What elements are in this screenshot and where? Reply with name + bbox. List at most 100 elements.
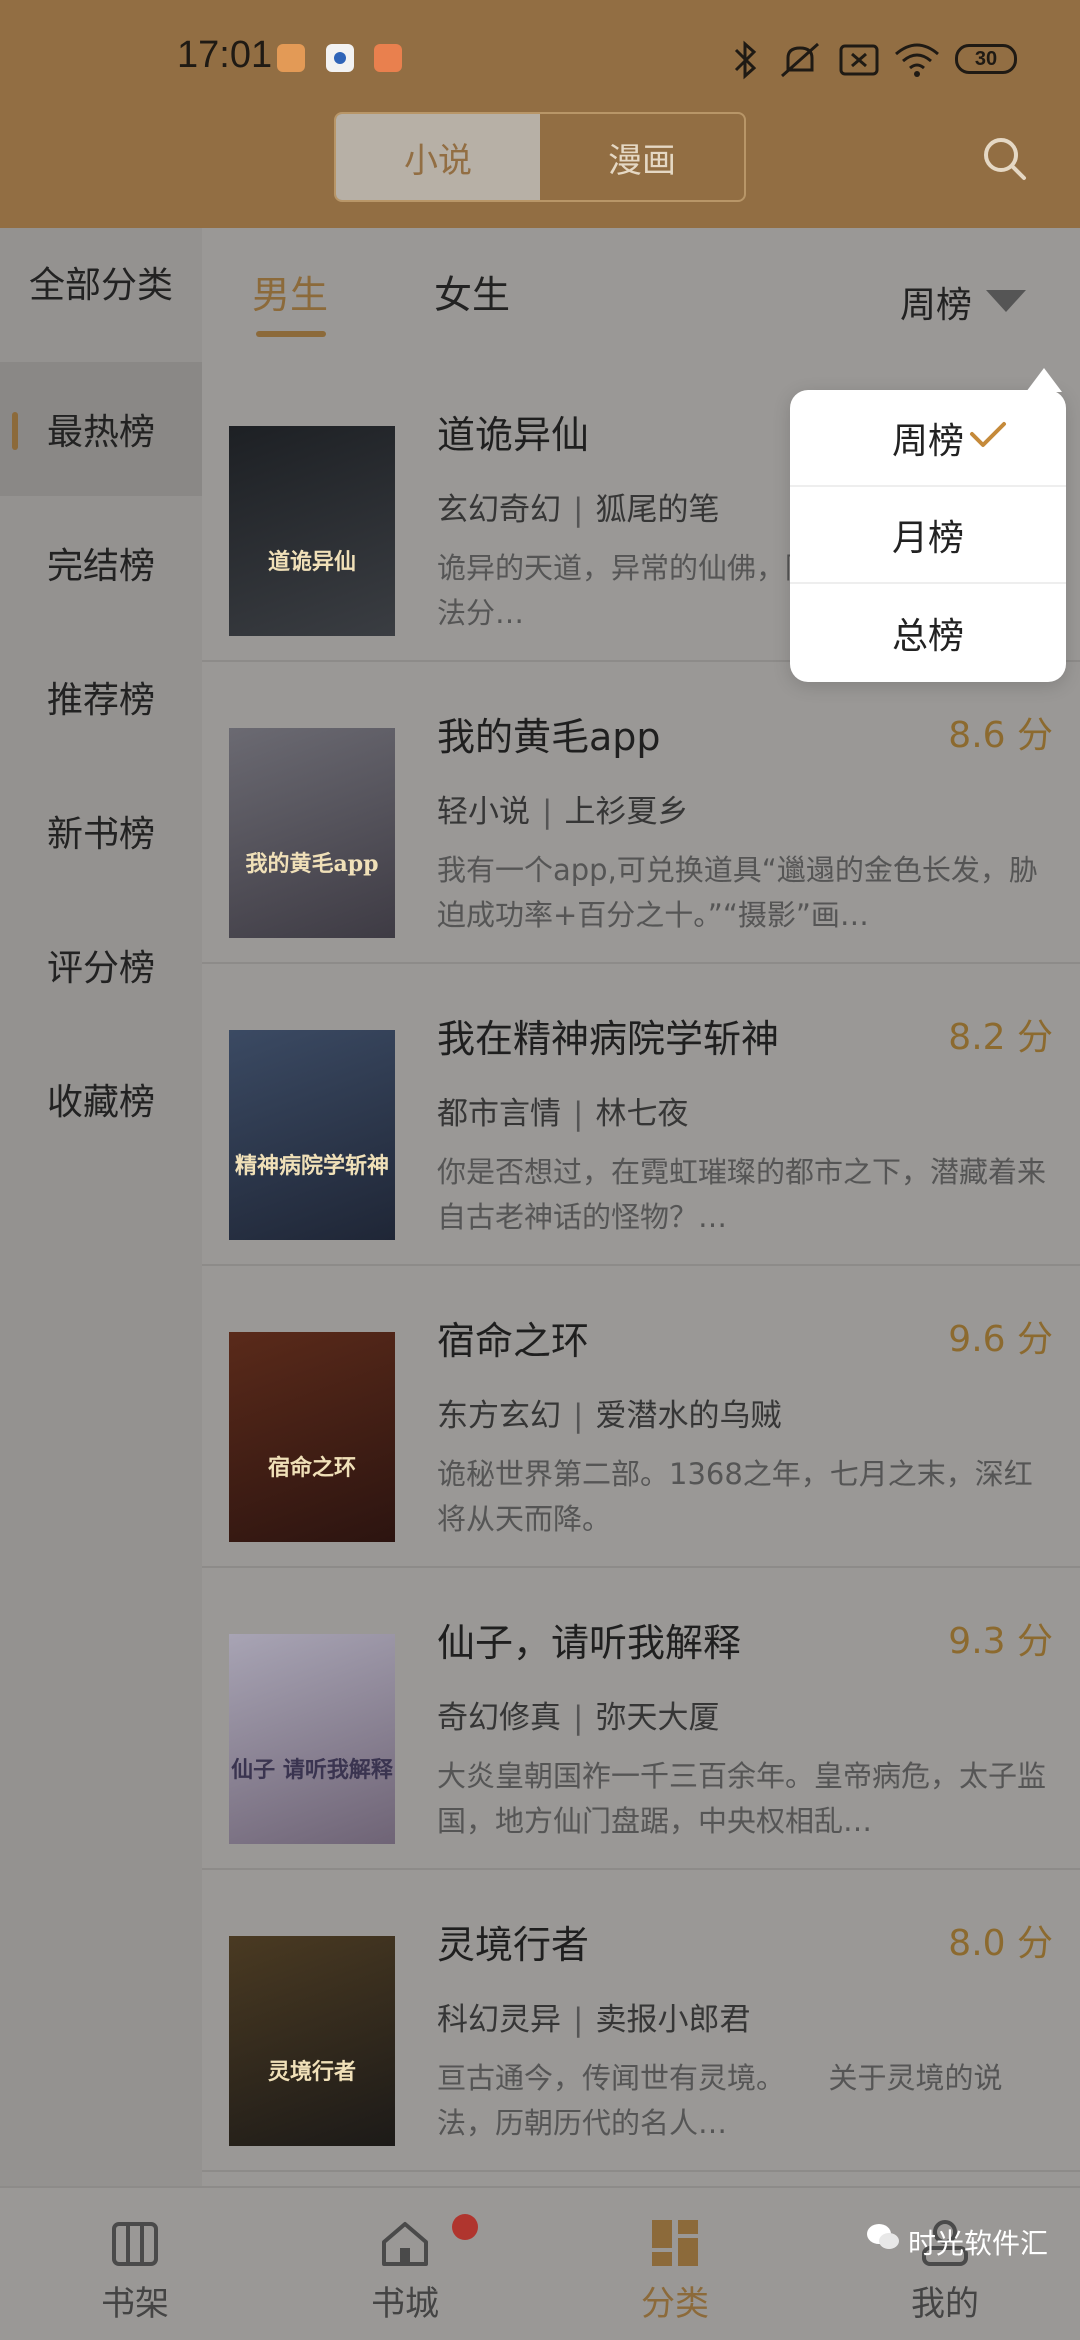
watermark-text: 时光软件汇 (908, 2227, 1049, 2260)
search-icon[interactable] (980, 134, 1030, 184)
status-bar: 17:01 30 (0, 30, 1080, 90)
book-score: 8.0 分 (948, 1923, 1053, 1964)
book-meta: 奇幻修真 | 弥天大厦 (437, 1692, 719, 1737)
rank-period-selector[interactable]: 周榜 (900, 276, 972, 328)
cover-title: 仙子 请听我解释 (231, 1757, 393, 1783)
book-author: 上衫夏乡 (564, 794, 689, 830)
book-meta: 科幻灵异 | 卖报小郎君 (437, 1994, 750, 2039)
book-genre: 玄幻奇幻 (437, 492, 561, 528)
book-score: 8.2 分 (948, 1017, 1053, 1058)
book-description: 大炎皇朝国祚一千三百余年。皇帝病危，太子监国，地方仙门盘踞，中央权相乱… (437, 1759, 1047, 1838)
book-cover[interactable]: 仙子 请听我解释 (229, 1634, 395, 1844)
meta-divider: | (573, 492, 584, 528)
book-genre: 都市言情 (437, 1096, 561, 1132)
app-notification-icon (277, 44, 305, 72)
home-icon (382, 2222, 428, 2266)
book-genre: 轻小说 (437, 794, 530, 830)
nav-label: 书城 (371, 2284, 439, 2324)
bluetooth-icon (734, 40, 757, 80)
book-genre: 科幻灵异 (437, 2002, 561, 2038)
caret-down-icon[interactable] (986, 290, 1026, 312)
sidebar-item-hot[interactable]: 最热榜 (0, 362, 202, 496)
nav-label: 我的 (911, 2284, 979, 2324)
check-icon (970, 422, 1006, 447)
book-author: 弥天大厦 (595, 1700, 720, 1736)
sidebar-item-favorites[interactable]: 收藏榜 (0, 1032, 202, 1166)
book-item[interactable]: 仙子 请听我解释 仙子，请听我解释 9.3 分奇幻修真 | 弥天大厦大炎皇朝国祚一千三百… (202, 1568, 1080, 1870)
category-sidebar: 全部分类 最热榜 完结榜 推荐榜 新书榜 评分榜 收藏榜 (0, 228, 202, 2186)
battery-icon: 30 (955, 44, 1017, 74)
book-author: 林七夜 (595, 1096, 689, 1132)
cover-title: 道诡异仙 (267, 549, 356, 575)
book-author: 卖报小郎君 (595, 2002, 751, 2038)
bottom-navigation: 书架 书城 分类 我的 (0, 2186, 1080, 2340)
content-type-switch: 小说 漫画 (334, 112, 746, 202)
book-item[interactable]: 灵境行者 灵境行者 8.0 分科幻灵异 | 卖报小郎君 亘古通今，传闻世有灵境。 关于灵境… (202, 1870, 1080, 2172)
category-icon (652, 2220, 698, 2266)
book-score: 9.3 分 (948, 1621, 1053, 1662)
dropdown-option-monthly[interactable]: 月榜 (790, 487, 1066, 584)
top-header: 17:01 30 小说 漫画 (0, 0, 1080, 228)
app-notification-icon (374, 44, 402, 72)
meta-divider: | (573, 1398, 584, 1434)
cover-title: 灵境行者 (267, 2059, 356, 2085)
book-genre: 奇幻修真 (437, 1700, 561, 1736)
dropdown-option-label: 总榜 (891, 615, 964, 657)
book-score: 9.6 分 (948, 1319, 1053, 1360)
tab-active-indicator (256, 331, 326, 337)
cover-title: 精神病院学斩神 (234, 1153, 389, 1179)
dropdown-option-label: 周榜 (891, 420, 964, 462)
book-item[interactable]: 精神病院学斩神 我在精神病院学斩神 8.2 分都市言情 | 林七夜你是否想过，在霓虹璀璨… (202, 964, 1080, 1266)
book-meta: 都市言情 | 林七夜 (437, 1088, 688, 1133)
meta-divider: | (573, 1700, 584, 1736)
book-description: 我有一个app,可兑换道具“邋遢的金色长发，胁迫成功率+百分之十。”“摄影”画… (437, 853, 1038, 932)
nav-category[interactable]: 分类 (540, 2188, 810, 2340)
meta-divider: | (573, 2002, 584, 2038)
book-item[interactable]: 我的黄毛app 我的黄毛app 8.6 分轻小说 | 上衫夏乡我有一个app,可兑换道具… (202, 662, 1080, 964)
book-cover[interactable]: 精神病院学斩神 (229, 1030, 395, 1240)
sidebar-title[interactable]: 全部分类 (0, 256, 202, 308)
book-title: 我在精神病院学斩神 (437, 1017, 780, 1061)
book-score: 8.6 分 (948, 715, 1053, 756)
dropdown-option-total[interactable]: 总榜 (790, 584, 1066, 681)
book-cover[interactable]: 灵境行者 (229, 1936, 395, 2146)
tab-novel[interactable]: 小说 (336, 114, 540, 200)
book-title: 灵境行者 (437, 1923, 590, 1967)
book-title: 仙子，请听我解释 (437, 1621, 742, 1665)
notification-dot (452, 2214, 478, 2240)
tab-comic[interactable]: 漫画 (540, 114, 744, 200)
book-description: 诡秘世界第二部。1368之年，七月之末，深红将从天而降。 (437, 1457, 1033, 1536)
dropdown-option-weekly[interactable]: 周榜 (790, 390, 1066, 487)
wechat-icon (867, 2224, 899, 2249)
book-title: 宿命之环 (437, 1319, 590, 1363)
book-title: 道诡异仙 (437, 413, 590, 457)
bookshelf-icon (112, 2222, 158, 2266)
book-cover[interactable]: 宿命之环 (229, 1332, 395, 1542)
sidebar-item-recommended[interactable]: 推荐榜 (0, 630, 202, 764)
sidebar-item-new[interactable]: 新书榜 (0, 764, 202, 898)
tab-male[interactable]: 男生 (252, 264, 328, 319)
book-meta: 轻小说 | 上衫夏乡 (437, 786, 688, 831)
book-description: 你是否想过，在霓虹璀璨的都市之下，潜藏着来自古老神话的怪物？… (437, 1155, 1047, 1234)
sidebar-item-rating[interactable]: 评分榜 (0, 898, 202, 1032)
book-author: 狐尾的笔 (595, 492, 720, 528)
sidebar-item-completed[interactable]: 完结榜 (0, 496, 202, 630)
tab-female[interactable]: 女生 (434, 264, 510, 319)
mute-icon (781, 42, 819, 78)
nav-profile[interactable]: 我的 (810, 2188, 1080, 2340)
book-cover[interactable]: 我的黄毛app (229, 728, 395, 938)
no-sim-icon (839, 44, 879, 76)
book-item[interactable]: 宿命之环 宿命之环 9.6 分东方玄幻 | 爱潜水的乌贼诡秘世界第二部。1368之年，七… (202, 1266, 1080, 1568)
book-description: 亘古通今，传闻世有灵境。 关于灵境的说法，历朝历代的名人… (437, 2061, 1003, 2140)
book-meta: 玄幻奇幻 | 狐尾的笔 (437, 484, 719, 529)
nav-bookstore[interactable]: 书城 (270, 2188, 540, 2340)
cover-title: 我的黄毛app (245, 851, 379, 877)
rank-period-dropdown: 周榜 月榜 总榜 (790, 368, 1066, 682)
book-cover[interactable]: 道诡异仙 (229, 426, 395, 636)
book-title: 我的黄毛app (437, 715, 661, 759)
book-meta: 东方玄幻 | 爱潜水的乌贼 (437, 1390, 781, 1435)
app-notification-icon (326, 44, 354, 72)
wifi-icon (895, 43, 939, 77)
nav-bookshelf[interactable]: 书架 (0, 2188, 270, 2340)
dropdown-option-label: 月榜 (891, 517, 964, 559)
